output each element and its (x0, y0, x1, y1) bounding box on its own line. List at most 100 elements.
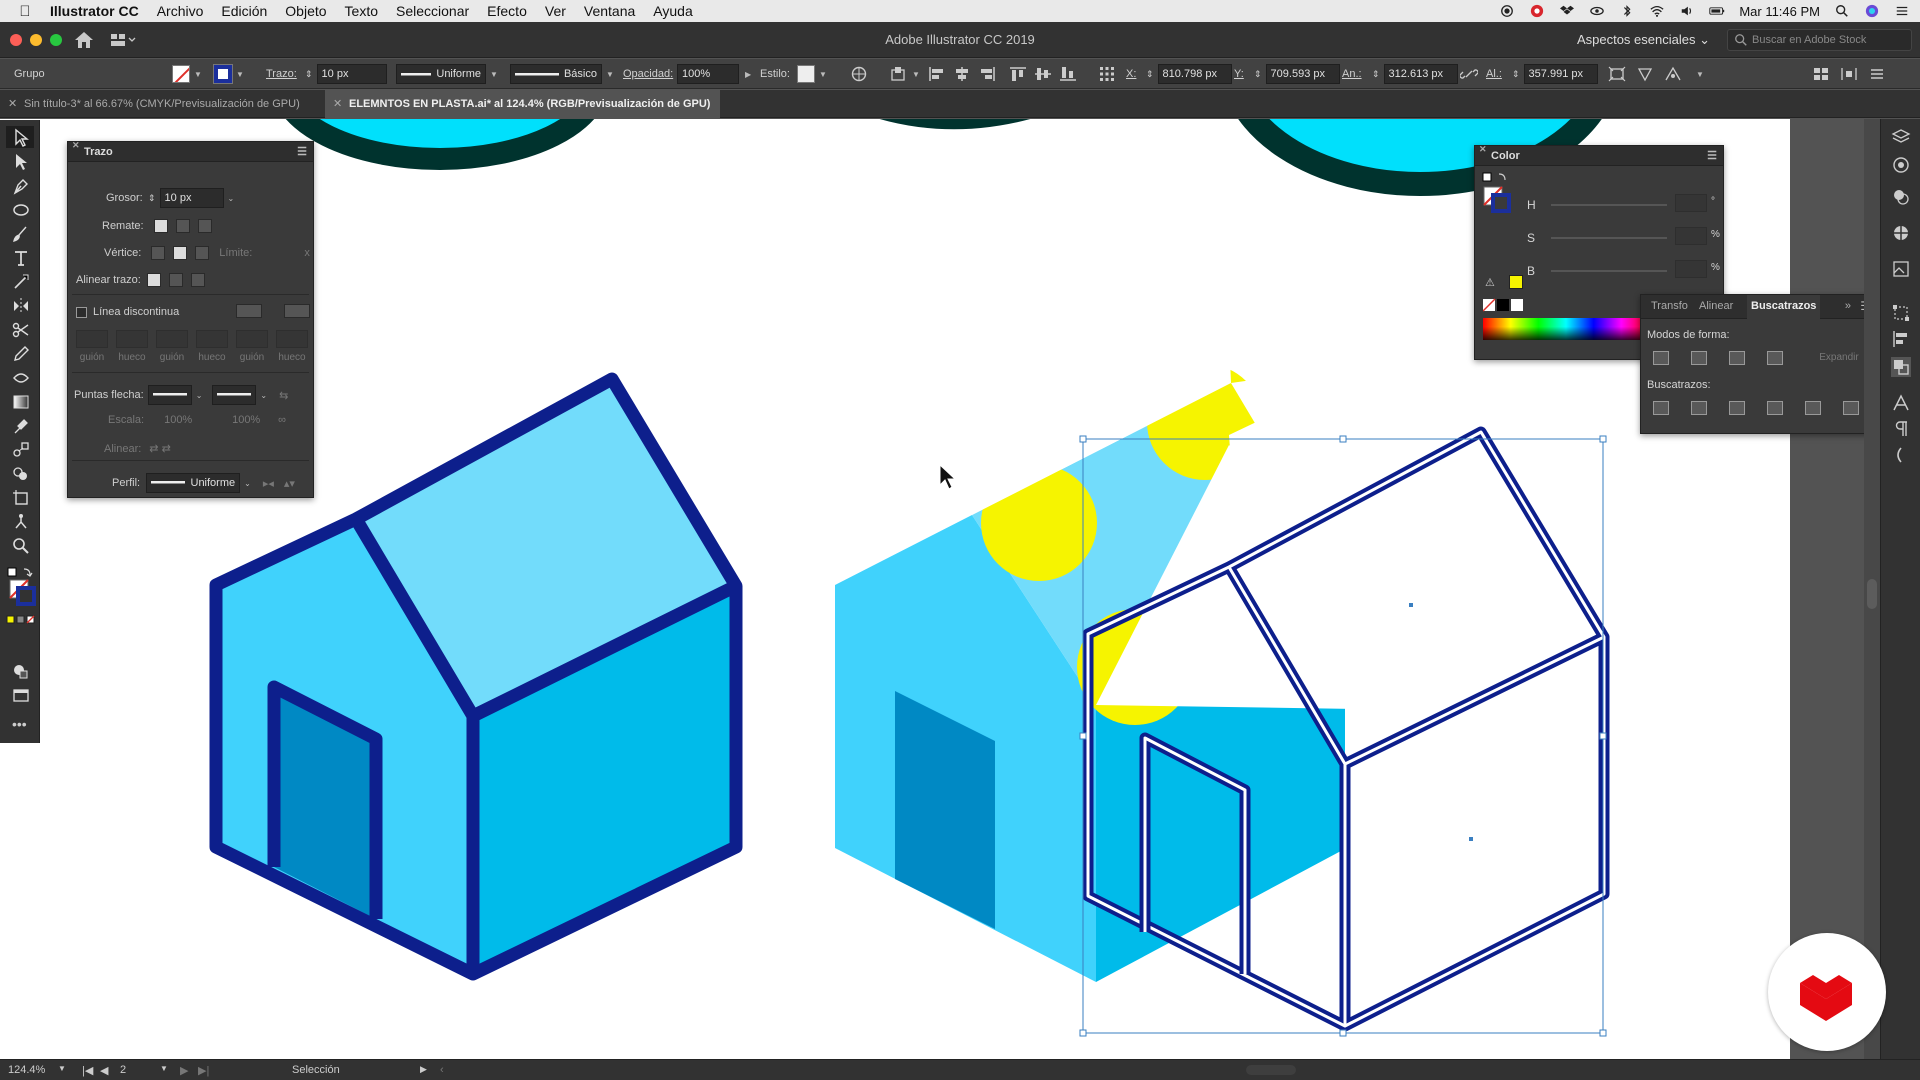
tab-transform[interactable]: Transfo (1651, 295, 1688, 317)
gap-field[interactable] (276, 330, 308, 348)
height-stepper-icon[interactable]: ⇕ (1512, 69, 1520, 80)
width-input[interactable]: 312.613 px (1383, 64, 1458, 84)
apple-icon[interactable]:  (0, 3, 50, 20)
flip-along-icon[interactable]: ▸◂ (263, 477, 274, 490)
menu-edicion[interactable]: Edición (221, 3, 267, 19)
miter-join-icon[interactable] (151, 246, 166, 260)
tab-sin-titulo-3[interactable]: ✕ Sin título-3* al 66.67% (CMYK/Previsua… (0, 90, 310, 118)
stroke-label[interactable]: Trazo: (266, 68, 297, 80)
preserve-dash-icon[interactable] (236, 304, 262, 318)
height-input[interactable]: 357.991 px (1523, 64, 1598, 84)
align-stroke-center-icon[interactable] (146, 273, 161, 287)
status-menu-arrow-icon[interactable]: ▶ (420, 1064, 427, 1075)
align-to-icon[interactable] (890, 66, 908, 82)
gap-field[interactable] (196, 330, 228, 348)
align-stroke-outside-icon[interactable] (190, 273, 205, 287)
projecting-cap-icon[interactable] (197, 219, 212, 233)
previous-artboard-button[interactable]: ◀ (100, 1064, 108, 1077)
menubar-clock[interactable]: Mar 11:46 PM (1739, 4, 1820, 19)
trim-button[interactable] (1691, 401, 1707, 415)
chevron-right-icon[interactable]: ▶ (745, 70, 751, 79)
artboard-tool-icon[interactable] (10, 488, 32, 508)
end-arrowhead-select[interactable] (212, 385, 257, 405)
align-bottom-icon[interactable] (1059, 66, 1077, 82)
align-top-icon[interactable] (1009, 66, 1027, 82)
b-input[interactable] (1675, 260, 1707, 278)
b-slider[interactable] (1551, 270, 1667, 272)
bbox-handle[interactable] (1599, 732, 1607, 740)
outline-button[interactable] (1805, 401, 1821, 415)
closest-color-swatch[interactable] (1509, 275, 1523, 289)
out-of-gamut-icon[interactable]: ⚠ (1485, 276, 1495, 289)
x-stepper-icon[interactable]: ⇕ (1146, 69, 1154, 80)
image-trace-icon[interactable] (1891, 259, 1911, 279)
layers-icon[interactable] (1891, 127, 1911, 147)
bbox-handle[interactable] (1079, 1029, 1087, 1037)
bbox-handle[interactable] (1079, 732, 1087, 740)
x-label[interactable]: X: (1126, 68, 1136, 80)
align-dash-corners-icon[interactable] (284, 304, 310, 318)
fill-swatch[interactable] (172, 65, 190, 83)
minus-front-button[interactable] (1691, 351, 1707, 365)
grosor-stepper-icon[interactable]: ⇕ (148, 193, 156, 204)
menu-efecto[interactable]: Efecto (487, 3, 527, 19)
bevel-join-icon[interactable] (195, 246, 210, 260)
x-input[interactable]: 810.798 px (1157, 64, 1232, 84)
horizontal-scroll-thumb[interactable] (1246, 1065, 1296, 1075)
constrain-proportions-link-icon[interactable] (1460, 66, 1478, 82)
arrange-panels-icon[interactable] (1812, 66, 1830, 82)
width-tool-icon[interactable] (10, 368, 32, 388)
stroke-color-swatch[interactable] (16, 586, 36, 606)
close-icon[interactable]: ✕ (8, 97, 17, 110)
bbox-handle[interactable] (1339, 435, 1347, 443)
puppet-warp-tool-icon[interactable] (10, 512, 32, 532)
chevron-down-icon[interactable]: ▼ (490, 70, 498, 79)
tab-pathfinder[interactable]: Buscatrazos (1747, 295, 1821, 319)
height-label[interactable]: Al.: (1486, 68, 1502, 80)
workspace-switcher[interactable]: Aspectos esenciales ⌄ (1577, 32, 1710, 48)
stroke-weight-stepper-icon[interactable]: ⇕ (305, 69, 313, 80)
battery-icon[interactable] (1709, 4, 1725, 18)
libraries-icon[interactable] (1891, 155, 1911, 175)
chevron-down-icon[interactable]: ▼ (194, 70, 202, 79)
line-segment-tool-icon[interactable] (10, 272, 32, 292)
crop-button[interactable] (1767, 401, 1783, 415)
type-tool-icon[interactable] (10, 248, 32, 268)
menu-archivo[interactable]: Archivo (157, 3, 204, 19)
grosor-input[interactable]: 10 px (159, 188, 224, 208)
vertical-scrollbar[interactable] (1864, 119, 1880, 1059)
panel-close-icon[interactable]: ✕ (72, 140, 80, 151)
default-colors-icon[interactable] (7, 567, 17, 577)
menu-ver[interactable]: Ver (545, 3, 566, 19)
pencil-tool-icon[interactable] (10, 344, 32, 364)
chevron-down-icon[interactable]: ▼ (58, 1064, 66, 1073)
eyedropper-tool-icon[interactable] (10, 416, 32, 436)
recolor-artwork-icon[interactable] (850, 66, 868, 82)
width-stepper-icon[interactable]: ⇕ (1372, 69, 1380, 80)
chevron-down-icon[interactable]: ⌄ (260, 391, 267, 400)
expand-button[interactable]: Expandir (1809, 351, 1869, 367)
collapse-panel-icon[interactable]: » (1845, 300, 1851, 312)
transform-icon[interactable] (1608, 66, 1626, 82)
shape-properties-icon[interactable] (1636, 66, 1654, 82)
scroll-left-icon[interactable]: ‹ (440, 1064, 444, 1076)
scissors-tool-icon[interactable] (10, 320, 32, 340)
draw-mode-icon[interactable] (10, 662, 32, 682)
align-horizontal-center-icon[interactable] (953, 66, 971, 82)
panel-close-icon[interactable]: ✕ (1479, 144, 1487, 155)
align-left-icon[interactable] (928, 66, 946, 82)
stroke-weight-input[interactable]: 10 px (316, 64, 387, 84)
transform-panel-icon[interactable] (1891, 303, 1911, 323)
zoom-level[interactable]: 124.4% (8, 1064, 45, 1076)
dash-field[interactable] (236, 330, 268, 348)
gradient-tool-icon[interactable] (10, 392, 32, 412)
creative-cloud-icon[interactable] (1529, 4, 1545, 18)
menu-ventana[interactable]: Ventana (584, 3, 635, 19)
blend-tool-icon[interactable] (10, 440, 32, 460)
chevron-down-icon[interactable]: ▼ (160, 1064, 168, 1073)
chevron-down-icon[interactable]: ⌄ (244, 479, 251, 488)
tab-align[interactable]: Alinear (1699, 295, 1733, 317)
volume-icon[interactable] (1679, 4, 1695, 18)
last-artboard-button[interactable]: ▶| (198, 1064, 209, 1077)
arrow-align-icons[interactable]: ⇄ ⇄ (149, 442, 171, 455)
